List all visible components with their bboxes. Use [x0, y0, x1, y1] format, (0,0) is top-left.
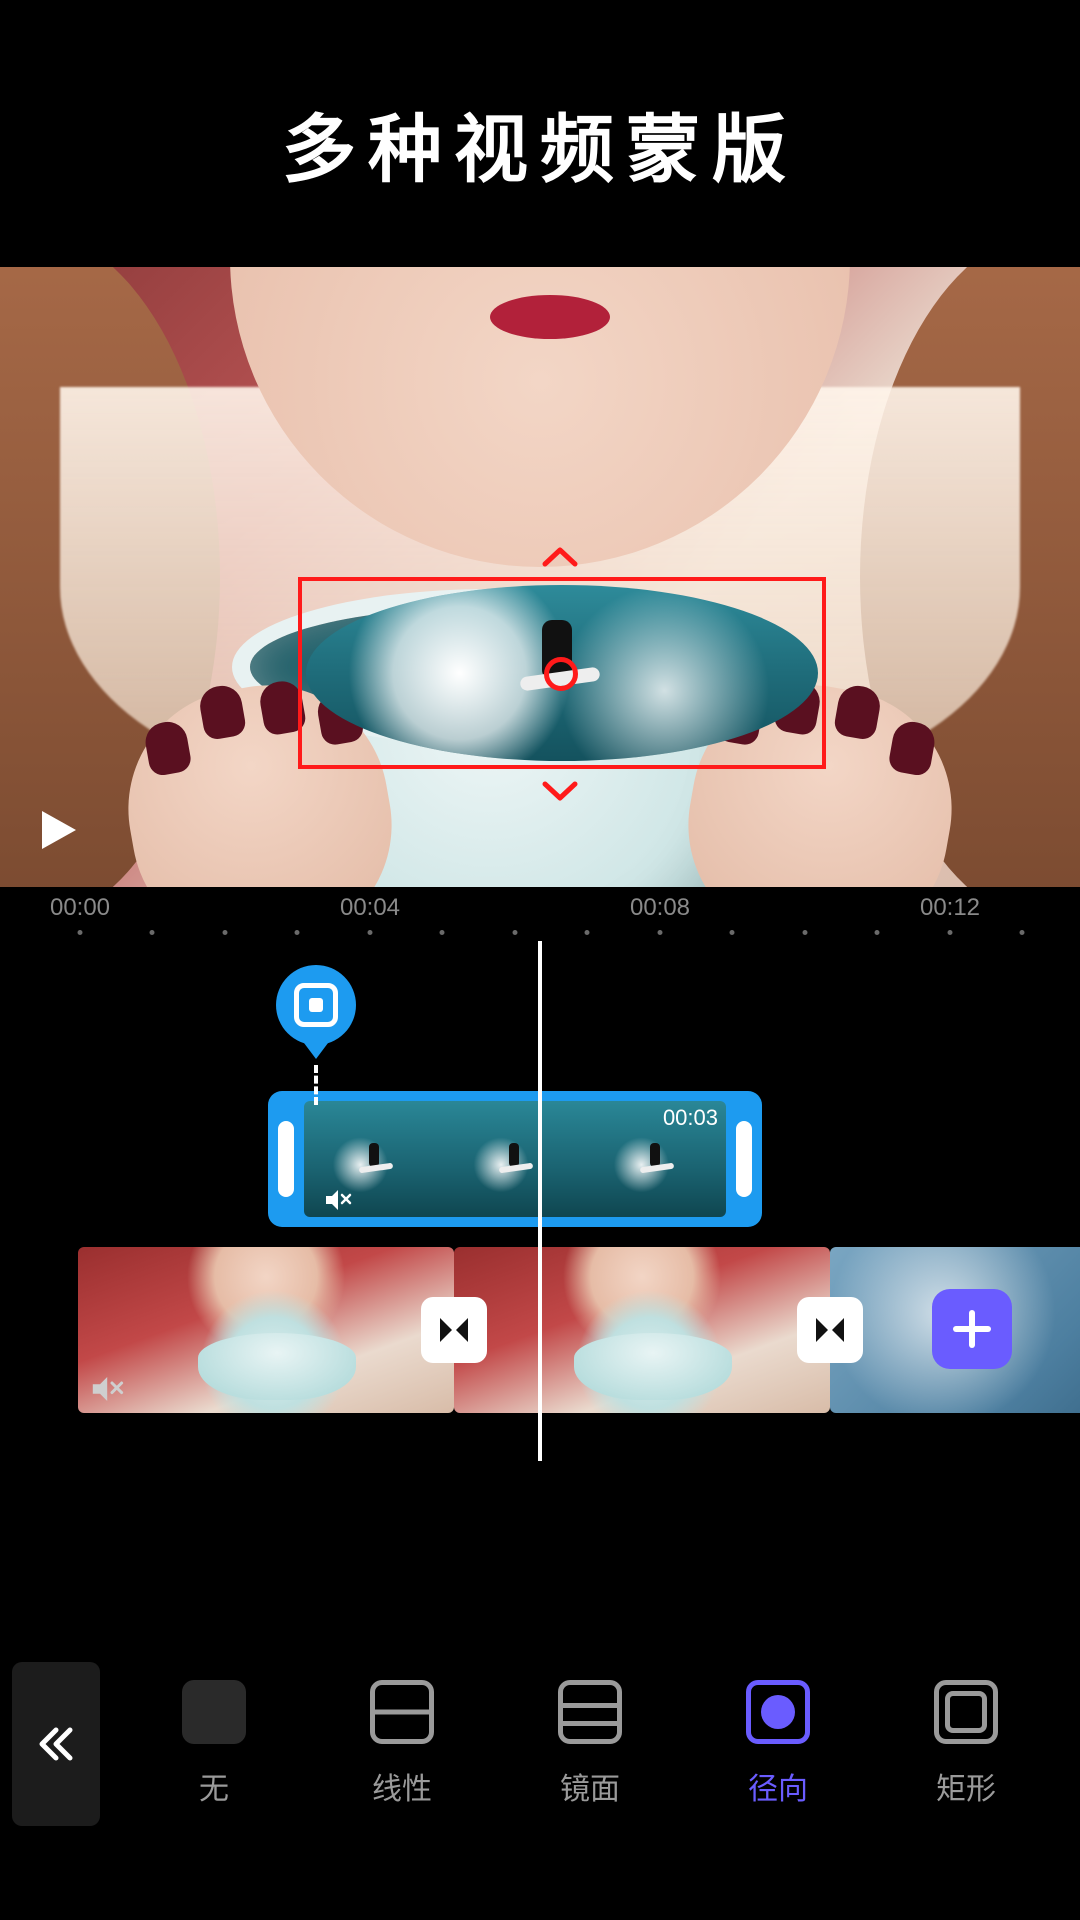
- clip-trim-handle-left[interactable]: [278, 1121, 294, 1197]
- preview-art: [490, 295, 610, 339]
- overlay-clip[interactable]: 00:03: [268, 1091, 762, 1227]
- mask-rect-icon: [934, 1680, 998, 1744]
- mask-mirror-icon: [558, 1680, 622, 1744]
- clip-trim-handle-right[interactable]: [736, 1121, 752, 1197]
- mask-option-rect[interactable]: 矩形: [934, 1680, 998, 1808]
- main-clip[interactable]: [78, 1247, 454, 1413]
- main-clip[interactable]: [454, 1247, 830, 1413]
- mask-option-radial[interactable]: 径向: [746, 1680, 810, 1808]
- playhead[interactable]: [538, 941, 542, 1461]
- mask-linear-icon: [370, 1680, 434, 1744]
- chevron-up-icon[interactable]: [540, 545, 580, 569]
- mask-option-label: 无: [199, 1764, 229, 1808]
- transition-button[interactable]: [421, 1297, 487, 1363]
- ruler-tick-label: 00:04: [340, 894, 400, 922]
- mask-option-label: 线性: [372, 1764, 432, 1808]
- chevron-double-left-icon: [34, 1722, 78, 1766]
- mask-option-label: 矩形: [936, 1764, 996, 1808]
- mask-option-linear[interactable]: 线性: [370, 1680, 434, 1808]
- ruler-tick-label: 00:08: [630, 894, 690, 922]
- mask-option-none[interactable]: 无: [182, 1680, 246, 1808]
- keyframe-marker[interactable]: [276, 965, 356, 1065]
- timeline-ruler[interactable]: 00:00 00:04 00:08 00:12: [0, 887, 1080, 941]
- ruler-tick-label: 00:12: [920, 894, 980, 922]
- mute-icon[interactable]: [88, 1371, 124, 1407]
- page-title: 多种视频蒙版: [0, 90, 1080, 197]
- mask-none-icon: [182, 1680, 246, 1744]
- mute-icon: [322, 1185, 352, 1215]
- ruler-tick-label: 00:00: [50, 894, 110, 922]
- clip-duration-label: 00:03: [663, 1105, 718, 1131]
- add-clip-button[interactable]: [932, 1289, 1012, 1369]
- transition-button[interactable]: [797, 1297, 863, 1363]
- mask-radial-icon: [746, 1680, 810, 1744]
- header: 多种视频蒙版: [0, 0, 1080, 267]
- play-button[interactable]: [28, 801, 86, 859]
- keyframe-icon[interactable]: [276, 965, 356, 1045]
- collapse-button[interactable]: [12, 1662, 100, 1826]
- mask-option-label: 径向: [748, 1764, 808, 1808]
- main-track[interactable]: [78, 1247, 1080, 1413]
- video-preview[interactable]: [0, 267, 1080, 887]
- mask-toolbar: 无 线性 镜面 径向 矩形: [0, 1644, 1080, 1844]
- mask-option-mirror[interactable]: 镜面: [558, 1680, 622, 1808]
- chevron-down-icon[interactable]: [540, 779, 580, 803]
- mask-option-label: 镜面: [560, 1764, 620, 1808]
- timeline[interactable]: 00:03: [0, 941, 1080, 1481]
- mask-center-handle[interactable]: [544, 657, 578, 691]
